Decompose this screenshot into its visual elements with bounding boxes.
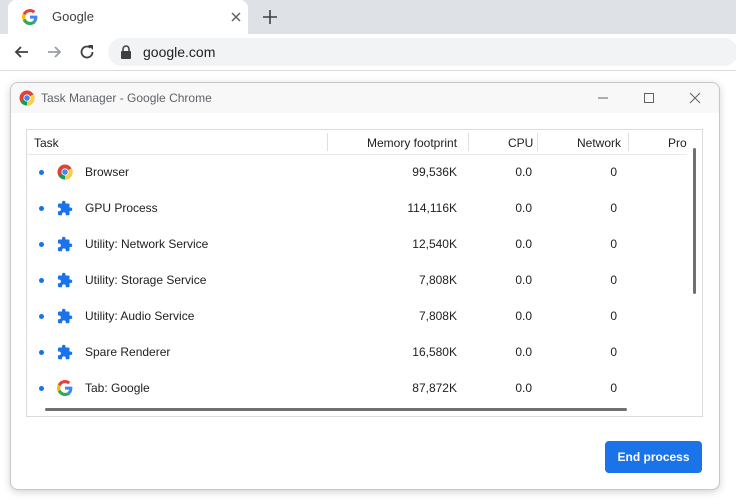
- column-divider[interactable]: [327, 133, 328, 151]
- cpu-value: 0.0: [515, 345, 532, 359]
- memory-value: 7,808K: [418, 309, 457, 323]
- puzzle-piece-icon: [58, 344, 73, 360]
- memory-value: 7,808K: [418, 273, 457, 287]
- dialog-title: Task Manager - Google Chrome: [41, 91, 212, 105]
- bullet-icon: [39, 206, 44, 211]
- puzzle-piece-icon: [58, 200, 73, 216]
- puzzle-piece-icon: [58, 308, 73, 324]
- table-row[interactable]: Utility: Storage Service 7,808K 0.0 0: [27, 262, 687, 298]
- bullet-icon: [39, 170, 44, 175]
- table-row[interactable]: Spare Renderer 16,580K 0.0 0: [27, 334, 687, 370]
- column-header-memory[interactable]: Memory footprint: [367, 136, 457, 150]
- forward-arrow-icon[interactable]: [44, 42, 64, 62]
- network-value: 0: [610, 345, 617, 359]
- memory-value: 114,116K: [407, 201, 457, 215]
- google-g-icon: [57, 380, 73, 396]
- close-tab-icon[interactable]: [227, 8, 245, 26]
- column-divider[interactable]: [537, 133, 538, 151]
- end-process-button[interactable]: End process: [605, 441, 702, 473]
- google-g-icon: [22, 9, 38, 25]
- bullet-icon: [39, 242, 44, 247]
- task-name: Browser: [85, 165, 130, 179]
- task-name: Tab: Google: [85, 381, 150, 395]
- task-table[interactable]: Task Memory footprint CPU Network Pro Br…: [26, 129, 703, 417]
- maximize-icon: [644, 93, 654, 103]
- horizontal-scrollbar-thumb[interactable]: [45, 408, 627, 411]
- close-icon: [689, 92, 701, 104]
- tab-title: Google: [52, 9, 94, 24]
- chrome-icon: [19, 90, 35, 106]
- table-row[interactable]: GPU Process 114,116K 0.0 0: [27, 190, 687, 226]
- memory-value: 99,536K: [412, 165, 457, 179]
- browser-toolbar: google.com: [0, 34, 736, 71]
- cpu-value: 0.0: [515, 201, 532, 215]
- column-divider[interactable]: [628, 133, 629, 151]
- new-tab-icon[interactable]: [260, 7, 280, 27]
- network-value: 0: [610, 165, 617, 179]
- cpu-value: 0.0: [515, 273, 532, 287]
- task-manager-dialog: Task Manager - Google Chrome Task Memory…: [10, 82, 720, 490]
- cpu-value: 0.0: [515, 309, 532, 323]
- network-value: 0: [610, 237, 617, 251]
- dialog-titlebar: Task Manager - Google Chrome: [11, 83, 719, 113]
- address-bar[interactable]: google.com: [108, 38, 736, 66]
- task-name: Spare Renderer: [85, 345, 171, 359]
- cpu-value: 0.0: [515, 165, 532, 179]
- network-value: 0: [610, 201, 617, 215]
- bullet-icon: [39, 314, 44, 319]
- chrome-icon: [57, 164, 73, 180]
- puzzle-piece-icon: [58, 272, 73, 288]
- column-header-cpu[interactable]: CPU: [508, 136, 533, 150]
- table-header: Task Memory footprint CPU Network Pro: [27, 130, 702, 155]
- minimize-button[interactable]: [580, 83, 626, 113]
- puzzle-piece-icon: [58, 236, 73, 252]
- column-header-task[interactable]: Task: [34, 136, 59, 150]
- tab-google[interactable]: Google: [8, 0, 248, 34]
- task-name: Utility: Network Service: [85, 237, 209, 251]
- reload-icon[interactable]: [77, 42, 97, 62]
- cpu-value: 0.0: [515, 381, 532, 395]
- cpu-value: 0.0: [515, 237, 532, 251]
- task-name: Utility: Audio Service: [85, 309, 195, 323]
- memory-value: 87,872K: [412, 381, 457, 395]
- table-row[interactable]: Browser 99,536K 0.0 0: [27, 154, 687, 190]
- minimize-icon: [598, 97, 608, 99]
- bullet-icon: [39, 350, 44, 355]
- task-name: Utility: Storage Service: [85, 273, 207, 287]
- network-value: 0: [610, 309, 617, 323]
- task-name: GPU Process: [85, 201, 158, 215]
- tab-strip: Google: [0, 0, 736, 34]
- table-row[interactable]: Utility: Audio Service 7,808K 0.0 0: [27, 298, 687, 334]
- memory-value: 12,540K: [412, 237, 457, 251]
- network-value: 0: [610, 381, 617, 395]
- table-row[interactable]: Utility: Network Service 12,540K 0.0 0: [27, 226, 687, 262]
- network-value: 0: [610, 273, 617, 287]
- column-header-network[interactable]: Network: [577, 136, 621, 150]
- lock-icon[interactable]: [120, 45, 132, 59]
- back-arrow-icon[interactable]: [12, 42, 32, 62]
- url-text: google.com: [143, 44, 216, 60]
- vertical-scrollbar-thumb[interactable]: [693, 148, 696, 294]
- column-header-process[interactable]: Pro: [668, 136, 687, 150]
- maximize-button[interactable]: [626, 83, 672, 113]
- bullet-icon: [39, 386, 44, 391]
- column-divider[interactable]: [468, 133, 469, 151]
- close-button[interactable]: [672, 83, 718, 113]
- bullet-icon: [39, 278, 44, 283]
- memory-value: 16,580K: [412, 345, 457, 359]
